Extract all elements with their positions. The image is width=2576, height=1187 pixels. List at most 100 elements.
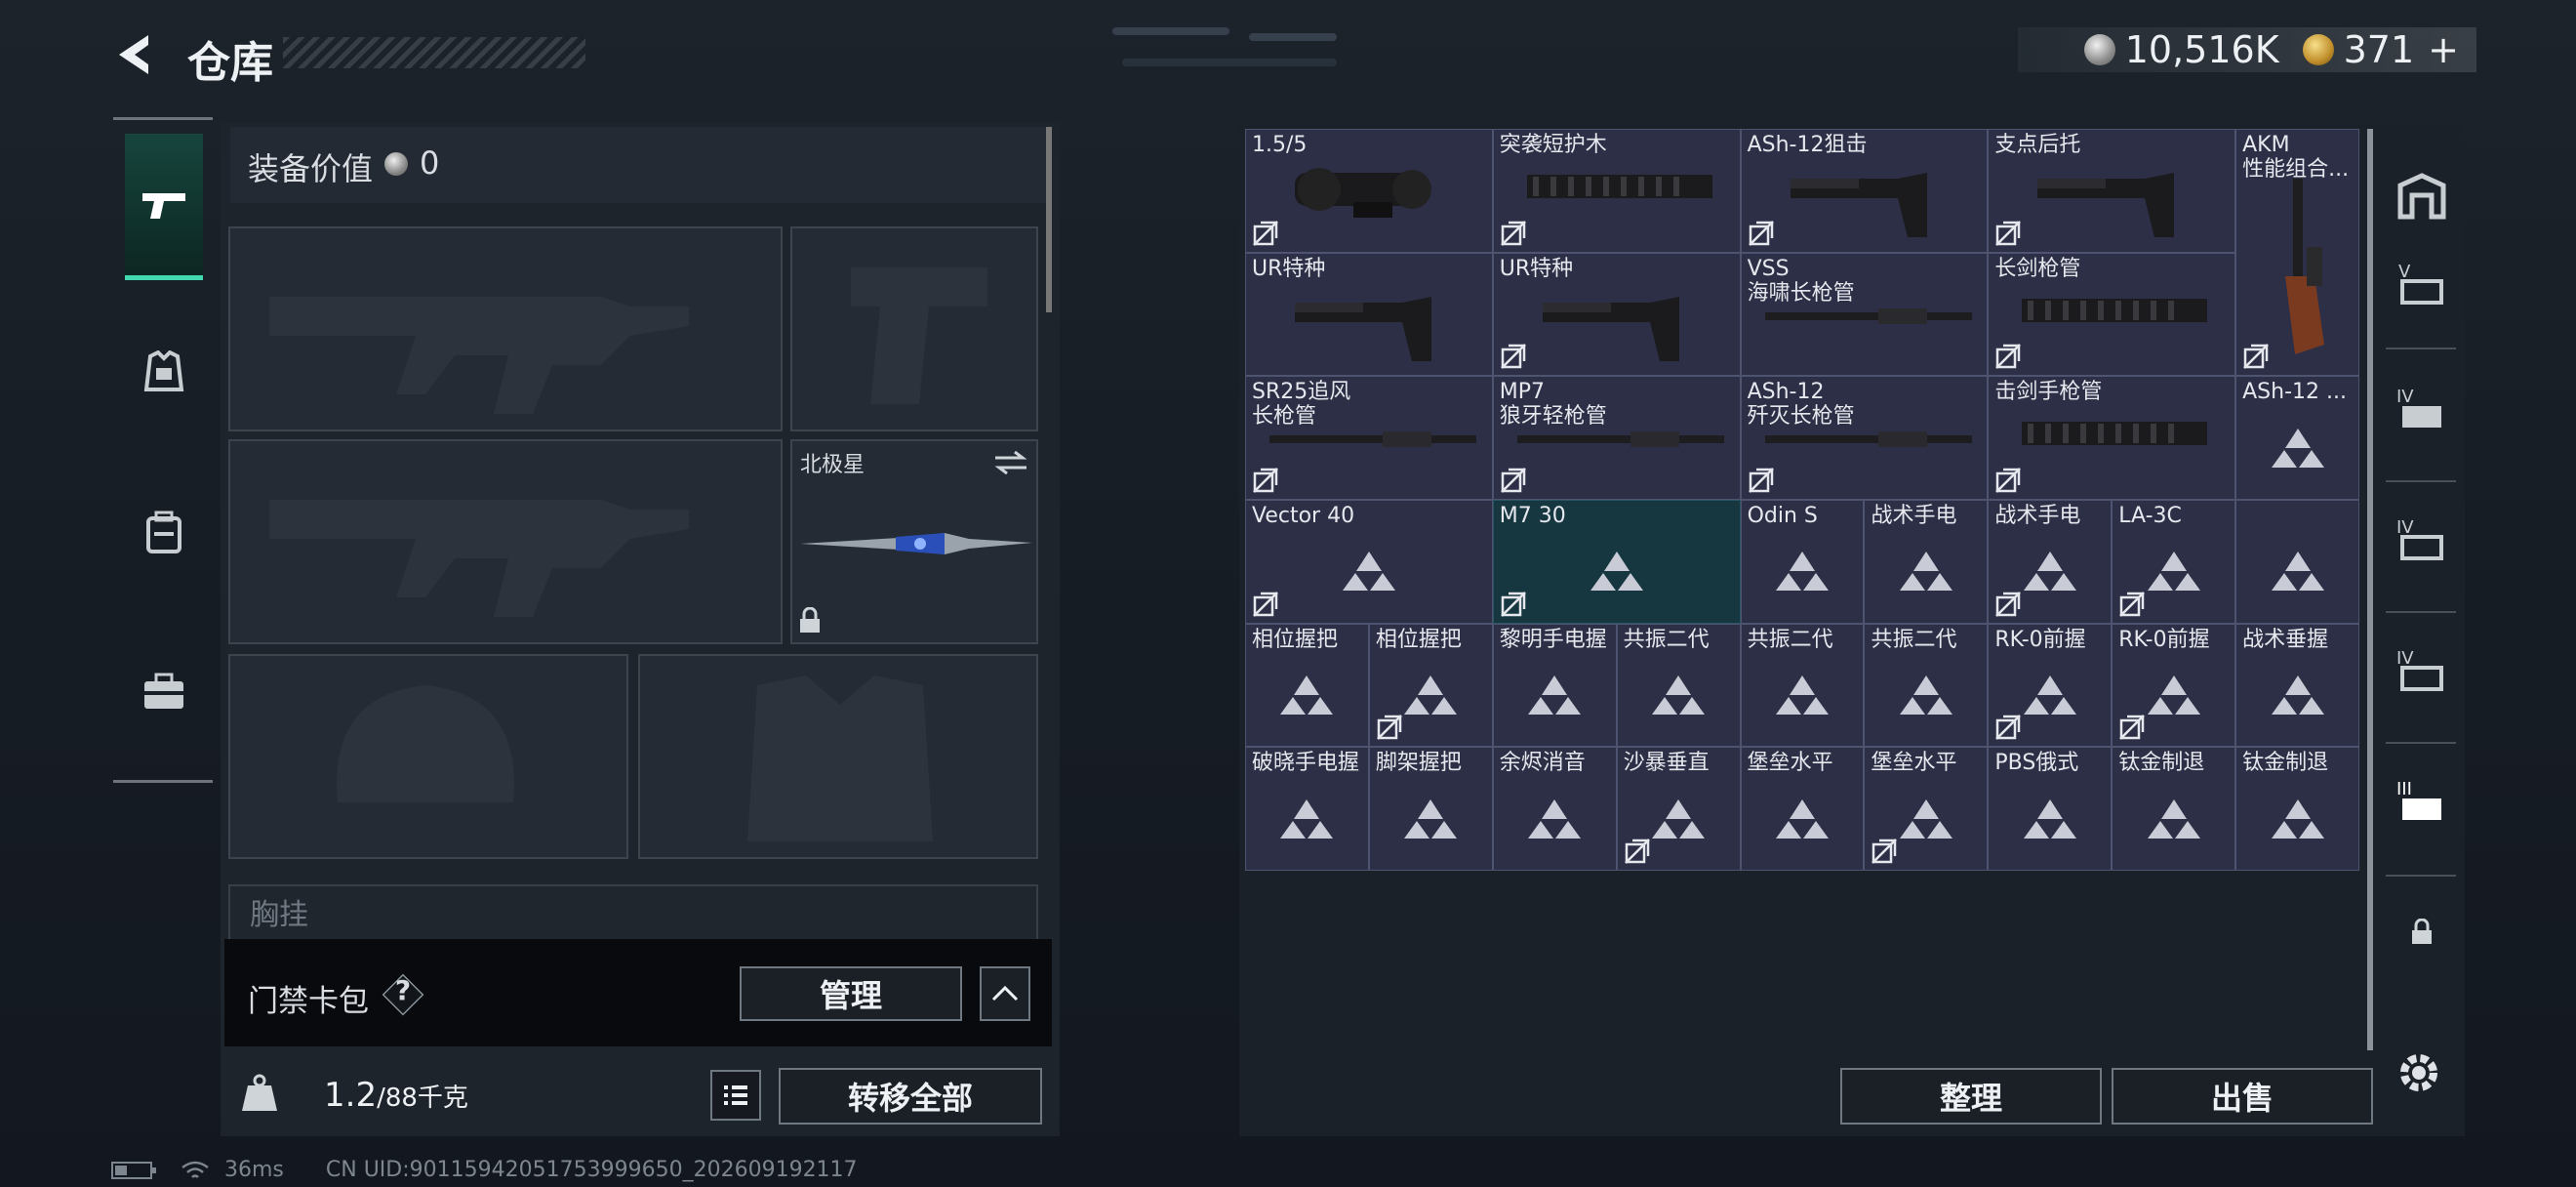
list-view-button[interactable] — [710, 1070, 761, 1121]
back-arrow-icon[interactable] — [109, 29, 160, 80]
pistol-icon — [142, 192, 185, 219]
tab-storage-5[interactable]: V — [2387, 250, 2457, 318]
storage-item[interactable]: SR25追风 长枪管 — [1245, 376, 1493, 500]
helmet-slot[interactable] — [228, 654, 628, 859]
add-gems-button[interactable]: + — [2428, 28, 2459, 71]
storage-item[interactable]: 堡垒水平 — [1740, 747, 1865, 871]
storage-item[interactable]: UR特种 — [1492, 252, 1741, 377]
svg-text:III: III — [2396, 779, 2412, 799]
storage-item[interactable]: 黎明手电握 — [1492, 623, 1617, 748]
storage-item[interactable]: 战术手电 — [1864, 499, 1989, 624]
no-insure-icon — [1377, 715, 1402, 741]
empty-slot[interactable] — [2235, 499, 2360, 624]
placeholder-triangle-icon — [1776, 798, 1829, 839]
storage-item[interactable]: 相位握把 — [1368, 623, 1493, 748]
storage-icon — [2397, 173, 2446, 220]
loadout-category-nav — [113, 117, 213, 783]
storage-item[interactable]: 长剑枪管 — [1988, 252, 2236, 377]
storage-item[interactable]: PBS俄式 — [1988, 747, 2113, 871]
equipment-scrollbar[interactable] — [1046, 127, 1052, 312]
storage-item[interactable]: 脚架握把 — [1368, 747, 1493, 871]
no-insure-icon — [1624, 839, 1650, 864]
tab-backpack[interactable] — [125, 460, 203, 606]
tab-weapons[interactable] — [125, 134, 203, 280]
tab-storage-3[interactable]: III — [2387, 767, 2457, 836]
sidearm-slot[interactable] — [790, 226, 1038, 431]
sell-button[interactable]: 出售 — [2112, 1068, 2373, 1125]
storage-item[interactable]: Vector 40 — [1245, 499, 1493, 624]
storage-item[interactable]: 余烬消音 — [1492, 747, 1617, 871]
storage-item[interactable]: 共振二代 — [1740, 623, 1865, 748]
nav-divider — [2386, 742, 2456, 744]
lock-icon — [800, 607, 820, 633]
svg-text:IV: IV — [2396, 517, 2414, 538]
no-insure-icon — [1500, 344, 1526, 370]
placeholder-triangle-icon — [2147, 798, 2200, 839]
item-name: 相位握把 — [1375, 627, 1462, 652]
storage-item[interactable]: LA-3C — [2112, 499, 2236, 624]
swap-icon[interactable] — [993, 449, 1028, 476]
storage-item[interactable]: AKM 性能组合... — [2235, 129, 2360, 377]
status-bar: 36ms CN UID:9011594205175399965​0_202609… — [111, 1158, 858, 1182]
storage-item[interactable]: 钛金制退 — [2112, 747, 2236, 871]
transfer-all-button[interactable]: 转移全部 — [779, 1068, 1042, 1125]
storage-item[interactable]: 堡垒水平 — [1864, 747, 1989, 871]
storage-item[interactable]: 支点后托 — [1988, 129, 2236, 253]
storage-item[interactable]: M7 30 — [1492, 499, 1741, 624]
storage-item[interactable]: 相位握把 — [1245, 623, 1369, 748]
storage-item[interactable]: RK-0前握 — [2112, 623, 2236, 748]
primary-weapon-slot[interactable] — [228, 226, 783, 431]
expand-button[interactable] — [980, 966, 1030, 1021]
vest-silhouette-icon — [747, 675, 933, 841]
storage-item[interactable]: 1.5/5 — [1245, 129, 1493, 253]
stock-image — [1542, 296, 1679, 361]
storage-item[interactable]: RK-0前握 — [1988, 623, 2113, 748]
tab-storage-4c[interactable]: IV — [2387, 636, 2457, 705]
item-name: M7 30 — [1499, 503, 1566, 528]
placeholder-triangle-icon — [2271, 798, 2324, 839]
manage-button[interactable]: 管理 — [740, 966, 962, 1021]
storage-item[interactable]: 共振二代 — [1864, 623, 1989, 748]
storage-item[interactable]: 战术手电 — [1988, 499, 2113, 624]
chest-rig-slot[interactable] — [228, 884, 1038, 943]
melee-slot[interactable]: 北极星 — [790, 439, 1038, 644]
placeholder-triangle-icon — [1590, 552, 1643, 592]
tab-storage-4b[interactable]: IV — [2387, 506, 2457, 574]
placeholder-triangle-icon — [1652, 798, 1706, 839]
body-armor-slot[interactable] — [638, 654, 1038, 859]
storage-item[interactable]: VSS 海啸长枪管 — [1740, 252, 1989, 377]
storage-item[interactable]: ASh-12 歼灭长枪管 — [1740, 376, 1989, 500]
storage-item[interactable]: 钛金制退 — [2235, 747, 2360, 871]
helmet-silhouette-icon — [337, 685, 514, 802]
no-insure-icon — [1253, 220, 1278, 246]
sort-button[interactable]: 整理 — [1840, 1068, 2102, 1125]
tab-all-storage[interactable] — [2387, 162, 2457, 230]
gear-icon[interactable] — [2395, 1048, 2443, 1097]
barrel-image — [1269, 431, 1476, 448]
storage-scrollbar[interactable] — [2367, 129, 2373, 1050]
storage-item[interactable]: 共振二代 — [1616, 623, 1741, 748]
secondary-weapon-slot[interactable] — [228, 439, 783, 644]
locked-storage-tab[interactable] — [2387, 898, 2457, 966]
storage-item[interactable]: ASh-12 ... — [2235, 376, 2360, 500]
storage-item[interactable]: MP7 狼牙轻枪管 — [1492, 376, 1741, 500]
rifle-image — [2285, 179, 2325, 354]
handguard-image — [2022, 422, 2208, 446]
svg-text:V: V — [2398, 262, 2411, 282]
placeholder-triangle-icon — [1404, 798, 1458, 839]
tab-storage-4a[interactable]: IV — [2387, 375, 2457, 443]
tab-case[interactable] — [125, 618, 203, 764]
storage-item[interactable]: 破晓手电握 — [1245, 747, 1369, 871]
storage-tier-icon: IV — [2396, 387, 2441, 428]
storage-item[interactable]: ASh-12狙击 — [1740, 129, 1989, 253]
storage-item[interactable]: 沙暴垂直 — [1616, 747, 1741, 871]
backpack-icon — [146, 511, 181, 553]
storage-item[interactable]: 突袭短护木 — [1492, 129, 1741, 253]
no-insure-icon — [1500, 220, 1526, 246]
storage-item[interactable]: Odin S — [1740, 499, 1865, 624]
tab-armor[interactable] — [125, 300, 203, 446]
storage-item[interactable]: UR特种 — [1245, 252, 1493, 377]
storage-item[interactable]: 战术垂握 — [2235, 623, 2360, 748]
storage-item[interactable]: 击剑手枪管 — [1988, 376, 2236, 500]
no-insure-icon — [1995, 220, 2022, 246]
